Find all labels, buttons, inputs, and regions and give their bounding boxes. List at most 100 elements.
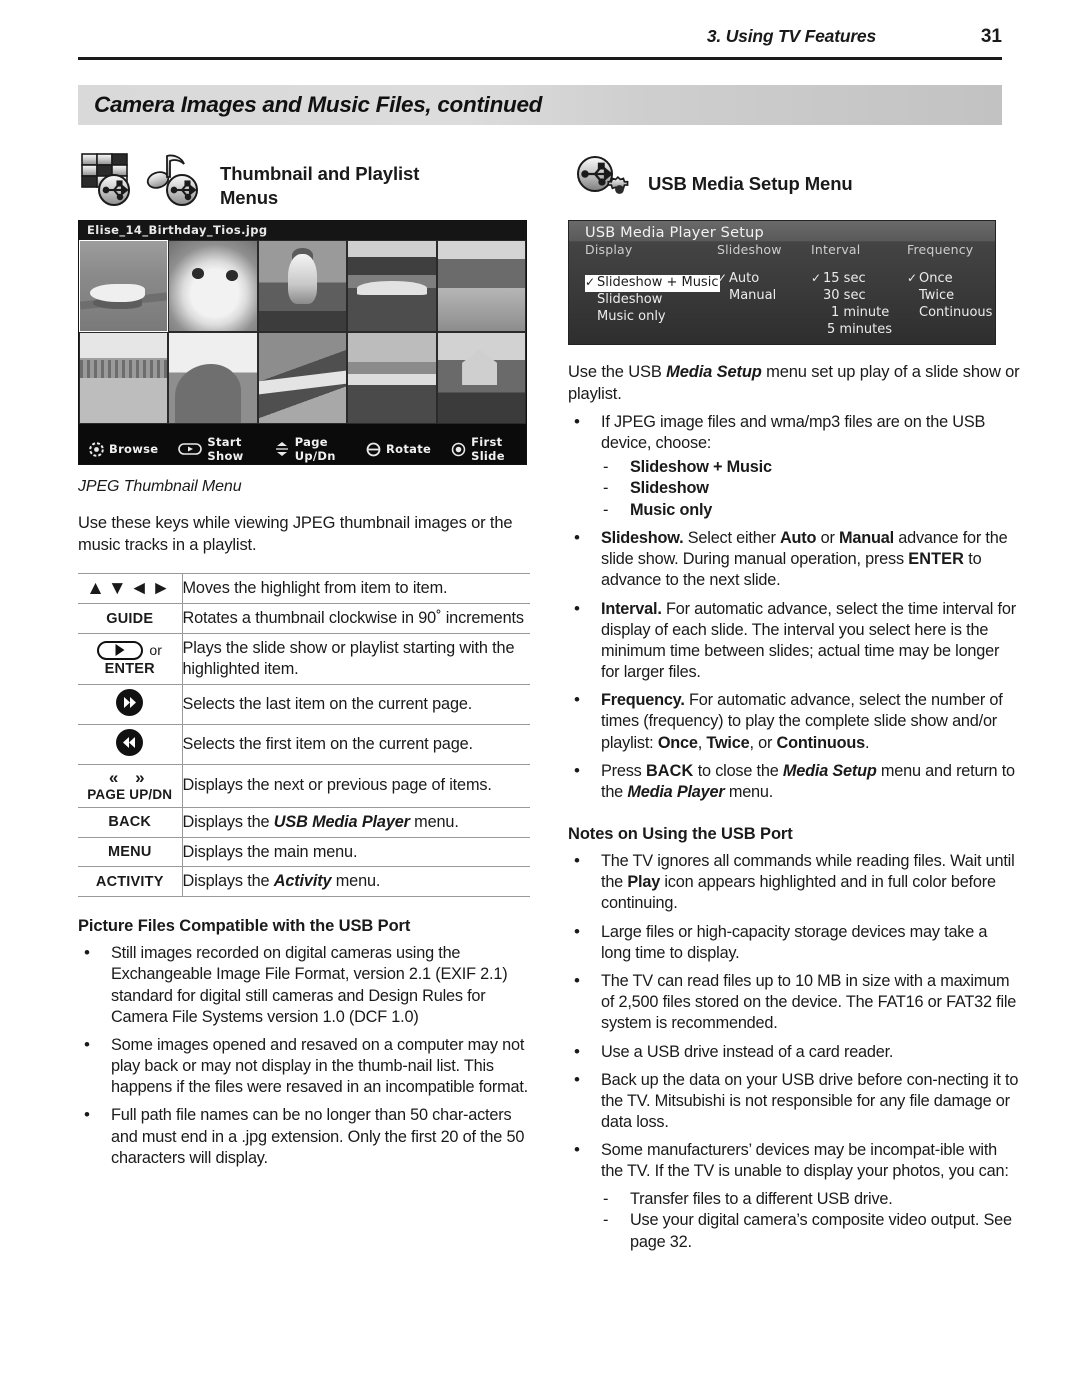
usb-option[interactable]: Twice: [907, 288, 1007, 305]
jpeg-thumbnail-screenshot: Elise_14_Birthday_Tios.jpg Browse Start …: [78, 220, 527, 465]
usb-media-player-setup-screenshot: USB Media Player Setup Display ✓ Slidesho…: [568, 220, 996, 345]
usb-menu-title: USB Media Player Setup: [585, 225, 764, 241]
thumbnail-item[interactable]: [257, 240, 348, 332]
thumbnail-item[interactable]: [347, 240, 437, 332]
usb-option[interactable]: ✓ Auto: [717, 271, 811, 288]
thumbnail-heading-label: Thumbnail and Playlist Menus: [220, 163, 420, 208]
toolbar-rotate-label: Rotate: [385, 442, 432, 456]
toolbar-first-slide[interactable]: First Slide: [451, 435, 516, 463]
usb-option[interactable]: ✓ 15 sec: [811, 271, 907, 288]
screenshot-filename: Elise_14_Birthday_Tios.jpg: [79, 221, 526, 240]
usb-option[interactable]: Music only: [585, 309, 717, 326]
usb-option[interactable]: 1 minute: [811, 305, 907, 322]
bullet-text: , or: [749, 733, 777, 752]
bullet-emph: Media Setup: [782, 761, 877, 780]
bullet-text: to close the: [693, 761, 783, 780]
list-item: Back up the data on your USB drive befor…: [568, 1069, 1020, 1134]
page-updn-chevrons: « »: [108, 767, 151, 787]
key-desc: Plays the slide show or playlist startin…: [182, 632, 530, 685]
usb-option-label: Slideshow + Music: [597, 275, 719, 290]
page-title: Camera Images and Music Files, continued: [94, 92, 543, 117]
thumbnail-item[interactable]: [79, 332, 169, 424]
rewind-icon: [116, 728, 144, 756]
table-row: « » PAGE UP/DN Displays the next or prev…: [78, 763, 530, 808]
table-row: ACTIVITY Displays the Activity menu.: [78, 866, 530, 898]
toolbar-page-updn[interactable]: Page Up/Dn: [274, 435, 346, 463]
choice-label: Slideshow + Music: [630, 457, 772, 476]
list-item: Use your digital camera’s composite vide…: [599, 1210, 1020, 1253]
toolbar-rotate[interactable]: Rotate: [366, 442, 431, 457]
usb-option[interactable]: Manual: [717, 288, 811, 305]
notes-heading: Notes on Using the USB Port: [568, 825, 793, 844]
desc-emph: Activity: [273, 872, 332, 891]
usb-bullet-list: If JPEG image files and wma/mp3 files ar…: [568, 411, 1020, 454]
list-item: Slideshow. Select either Auto or Manual …: [568, 527, 1020, 592]
list-item: Music only: [599, 500, 1020, 522]
usb-column-display: Display ✓ Slideshow + Music Slideshow Mus…: [585, 242, 721, 339]
usb-option-label: Continuous: [919, 304, 993, 320]
list-item: Slideshow + Music: [599, 457, 1020, 479]
bullet-text: Select either: [683, 529, 780, 548]
heading-icon-group: [568, 150, 638, 208]
desc-text: Displays the: [182, 872, 274, 891]
chapter-title: 3. Using TV Features: [706, 26, 876, 46]
thumbnail-item[interactable]: [79, 240, 169, 332]
key-or-label: or: [149, 642, 163, 659]
arrow-keys-label: ▲▼◄►: [86, 578, 174, 600]
intro-emph: Media Setup: [666, 363, 762, 381]
usb-option[interactable]: ✓ Slideshow + Music: [585, 275, 721, 292]
usb-column-header: Interval: [811, 242, 861, 257]
usb-option-label: 30 sec: [823, 287, 866, 303]
desc-text: menu.: [409, 812, 459, 831]
thumbnail-item[interactable]: [257, 332, 348, 424]
table-row: BACK Displays the USB Media Player menu.: [78, 806, 530, 838]
usb-option[interactable]: Continuous: [907, 305, 1007, 322]
key-cell-rewind: [78, 723, 183, 765]
fast-forward-icon: [116, 688, 144, 716]
list-item: Use a USB drive instead of a card reader…: [568, 1040, 1020, 1062]
choice-label: Slideshow: [630, 479, 709, 498]
toolbar-start-show[interactable]: Start Show: [178, 435, 253, 463]
compat-heading: Picture Files Compatible with the USB Po…: [78, 917, 411, 936]
list-item: The TV ignores all commands while readin…: [568, 850, 1020, 915]
usb-option[interactable]: 5 minutes: [811, 322, 907, 339]
bullet-term: Interval.: [601, 599, 662, 618]
usb-option[interactable]: ✓ Once: [907, 271, 1007, 288]
usb-column-header: Frequency: [907, 242, 974, 257]
usb-option-label: 5 minutes: [827, 321, 893, 337]
usb-option-label: Manual: [729, 287, 777, 303]
thumbnail-item[interactable]: [347, 332, 437, 424]
note-emph: Play: [627, 873, 661, 892]
thumbnail-item[interactable]: [436, 240, 526, 332]
rotate-icon: [366, 442, 381, 457]
key-cell-play-enter: or ENTER: [78, 632, 183, 685]
desc-text: menu.: [331, 872, 381, 891]
thumbnail-item[interactable]: [168, 332, 258, 424]
usb-option-label: 15 sec: [823, 271, 866, 286]
list-item: The TV can read files up to 10 MB in siz…: [568, 970, 1020, 1035]
usb-setup-section-heading: USB Media Setup Menu: [568, 150, 1020, 212]
desc-text: Displays the: [182, 812, 274, 831]
list-item: Slideshow: [599, 478, 1020, 500]
usb-column-frequency: Frequency ✓ Once Twice Continuous: [907, 242, 1007, 339]
usb-intro-text: Use the USB Media Setup menu set up play…: [568, 362, 1020, 405]
usb-option[interactable]: Slideshow: [585, 292, 717, 309]
thumbnail-item[interactable]: [436, 332, 526, 424]
usb-column-interval: Interval ✓ 15 sec 30 sec 1 minute 5 minut…: [811, 242, 907, 339]
table-row: Selects the last item on the current pag…: [78, 683, 530, 725]
screenshot-caption: JPEG Thumbnail Menu: [78, 478, 242, 495]
usb-option-label: Slideshow: [597, 291, 663, 307]
thumbnail-item[interactable]: [168, 240, 258, 332]
key-desc: Moves the highlight from item to item.: [182, 573, 530, 605]
toolbar-browse[interactable]: Browse: [89, 441, 158, 457]
toolbar-first-slide-label: First Slide: [471, 435, 505, 463]
bullet-emph: Twice: [706, 733, 750, 752]
key-cell-arrows: ▲▼◄►: [78, 573, 183, 605]
usb-column-slideshow: Slideshow ✓ Auto Manual: [717, 242, 811, 339]
usb-option[interactable]: 30 sec: [811, 288, 907, 305]
list-item: Frequency. For automatic advance, select…: [568, 689, 1020, 754]
dpad-icon: [89, 441, 104, 457]
page-updn-label: PAGE UP/DN: [87, 786, 173, 802]
key-desc: Rotates a thumbnail clockwise in 90˚ inc…: [182, 603, 530, 634]
bullet-key: BACK: [645, 761, 694, 780]
